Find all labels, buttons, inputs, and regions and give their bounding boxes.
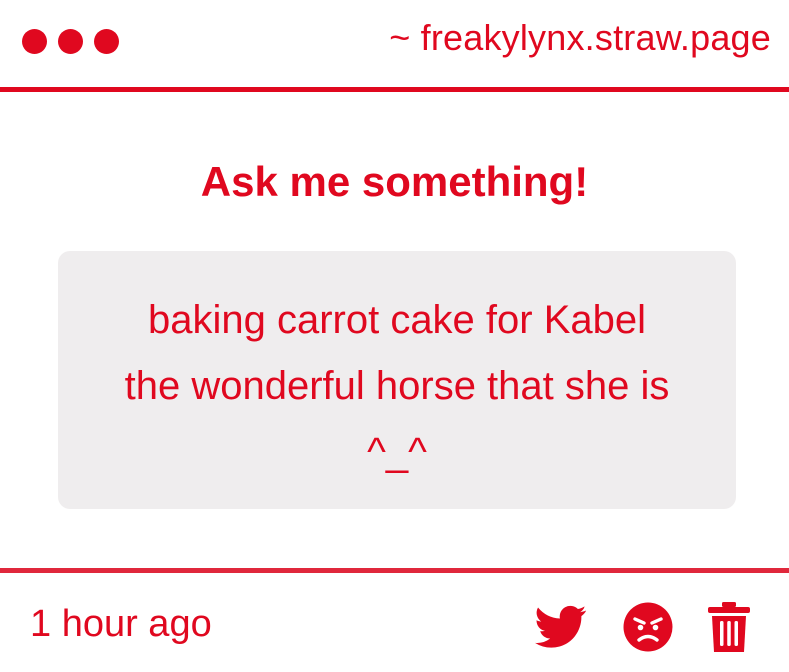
timestamp: 1 hour ago	[30, 603, 212, 645]
action-bar	[535, 602, 751, 652]
page-title: Ask me something!	[200, 158, 589, 205]
site-url[interactable]: ~ freakylynx.straw.page	[389, 17, 771, 59]
message-box: baking carrot cake for Kabel the wonderf…	[58, 251, 736, 509]
message-text: baking carrot cake for Kabel the wonderf…	[124, 298, 670, 474]
footer-bar: 1 hour ago	[0, 568, 789, 672]
message-card: ~ freakylynx.straw.page Ask me something…	[0, 0, 789, 672]
window-dots	[22, 29, 119, 54]
twitter-icon[interactable]	[535, 605, 587, 649]
window-dot	[22, 29, 47, 54]
angry-face-icon[interactable]	[623, 602, 673, 652]
window-dot	[58, 29, 83, 54]
title-bar: ~ freakylynx.straw.page	[0, 0, 789, 92]
trash-icon[interactable]	[707, 602, 751, 652]
window-dot	[94, 29, 119, 54]
